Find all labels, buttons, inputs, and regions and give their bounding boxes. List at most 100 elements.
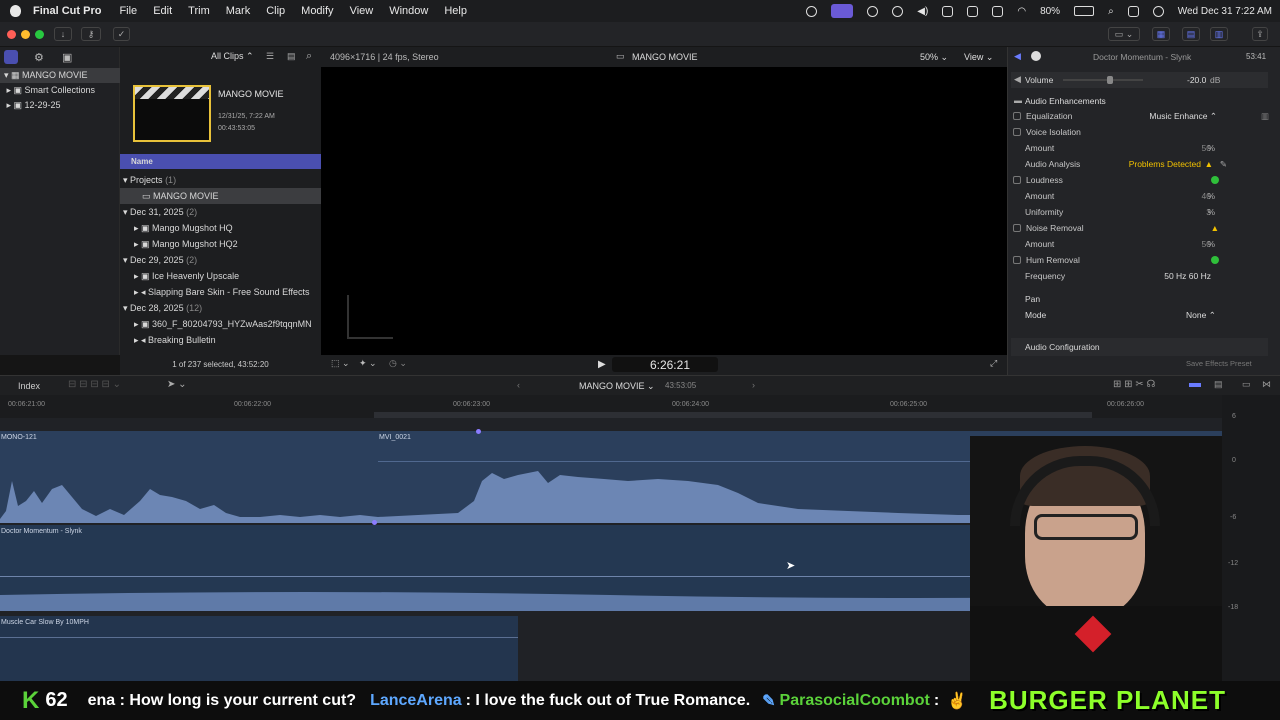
menu-edit[interactable]: Edit (153, 5, 172, 17)
clip-connect-icons[interactable]: ⊟ ⊟ ⊟ ⊟ ⌄ (68, 379, 121, 390)
video-clip[interactable]: MONO-121 (0, 431, 378, 523)
audio-inspector-icon[interactable]: ◀ (1014, 51, 1021, 62)
volume-value[interactable]: -20.0 (1187, 75, 1206, 85)
group-header[interactable]: ▾ Dec 29, 2025 (2) (120, 252, 321, 268)
battery-icon[interactable] (1074, 6, 1095, 16)
library-item[interactable]: ▸ ▣ Smart Collections (0, 83, 120, 98)
list-view-icon[interactable]: ☰ (266, 51, 274, 62)
play-button[interactable]: ▶ (598, 359, 606, 370)
audio-meters-icon[interactable]: ▭ (1242, 379, 1251, 390)
mode-popup[interactable]: None ⌃ (1186, 310, 1216, 321)
fullscreen-icon[interactable]: ⤢ (990, 358, 997, 369)
timeline-index-icon[interactable]: ▤ (1214, 379, 1223, 390)
clip-appearance-icon[interactable]: ▤ (287, 51, 296, 62)
share-button[interactable]: ⇪ (1252, 27, 1268, 41)
clock[interactable]: Wed Dec 31 7:22 AM (1178, 6, 1272, 17)
group-header[interactable]: ▾ Dec 31, 2025 (2) (120, 204, 321, 220)
menu-window[interactable]: Window (389, 5, 428, 17)
minimize-window-button[interactable] (21, 30, 30, 39)
transform-icon[interactable]: ⬚ ⌄ (331, 358, 350, 369)
close-window-button[interactable] (7, 30, 16, 39)
select-tool-icon[interactable]: ➤ ⌄ (167, 379, 187, 390)
clip-appearance-toggle[interactable] (1189, 383, 1201, 387)
search-icon[interactable]: ⌕ (306, 50, 312, 63)
equalization-popup[interactable]: Music Enhance ⌃ (1149, 111, 1217, 122)
voice-isolation-checkbox[interactable] (1013, 128, 1021, 136)
clip-filter-popup[interactable]: All Clips ⌃ (211, 51, 254, 62)
timecode-display[interactable]: 6:26:21 (612, 357, 718, 372)
group-label: Dec 29, 2025 (130, 255, 184, 265)
layout-browser-button[interactable]: ▦ (1152, 27, 1170, 41)
index-button[interactable]: Index (18, 381, 40, 391)
frequency-options[interactable]: 50 Hz 60 Hz (1164, 271, 1211, 281)
titles-generators-icon[interactable]: ▣ (62, 51, 72, 64)
keywords-button[interactable]: ⚷ (81, 27, 101, 41)
skimming-icons[interactable]: ⊞ ⊞ ✂ ☊ (1113, 379, 1155, 390)
list-item[interactable]: ▸ ▣ Mango Mugshot HQ2 (120, 236, 321, 252)
app-menu[interactable]: Final Cut Pro (33, 5, 101, 17)
previous-icon[interactable]: ‹ (517, 380, 520, 390)
info-inspector-icon[interactable] (1031, 51, 1041, 61)
effects-browser-icon[interactable]: ⋈ (1262, 379, 1271, 390)
noise-removal-checkbox[interactable] (1013, 224, 1021, 232)
menu-clip[interactable]: Clip (266, 5, 285, 17)
menu-modify[interactable]: Modify (301, 5, 333, 17)
enhance-icon[interactable]: ✦ ⌄ (359, 358, 377, 369)
clipboard-icon[interactable] (992, 5, 1004, 17)
browser-toggle-button[interactable]: ▭ ⌄ (1108, 27, 1140, 41)
background-tasks-button[interactable]: ✓ (113, 27, 130, 41)
group-header[interactable]: ▾ Projects (1) (120, 172, 321, 188)
loudness-row: Loudness (1013, 172, 1273, 188)
project-thumbnail[interactable] (133, 85, 211, 142)
import-button[interactable]: ↓ (54, 27, 72, 41)
timer-icon[interactable] (867, 5, 879, 17)
menu-help[interactable]: Help (444, 5, 467, 17)
spotlight-icon[interactable]: ⌕ (1108, 6, 1114, 17)
timeline-ruler[interactable]: 00:06:21:00 00:06:22:00 00:06:23:00 00:0… (0, 395, 1222, 411)
eq-graph-icon[interactable]: ▥ (1261, 111, 1269, 122)
group-header[interactable]: ▾ Dec 28, 2025 (12) (120, 300, 321, 316)
volume-icon[interactable]: ◀) (917, 6, 928, 17)
volume-slider[interactable] (1063, 76, 1143, 84)
apple-icon[interactable] (10, 5, 21, 17)
list-item[interactable]: ▭ MANGO MOVIE (120, 188, 321, 204)
fade-handle[interactable] (476, 429, 481, 434)
layout-timeline-button[interactable]: ▤ (1182, 27, 1200, 41)
hum-removal-checkbox[interactable] (1013, 256, 1021, 264)
screen-mirror-icon[interactable] (967, 5, 979, 17)
library-item[interactable]: ▸ ▣ 12-29-25 (0, 98, 120, 113)
equalization-checkbox[interactable] (1013, 112, 1021, 120)
media-browser-icon[interactable] (4, 50, 18, 64)
list-item[interactable]: ▸ ▣ Ice Heavenly Upscale (120, 268, 321, 284)
control-center-icon[interactable] (1127, 5, 1139, 17)
timeline-project-popup[interactable]: MANGO MOVIE ⌄ (579, 381, 655, 392)
wifi-icon[interactable]: ◠ (1017, 6, 1026, 17)
loudness-checkbox[interactable] (1013, 176, 1021, 184)
play-icon[interactable] (892, 5, 904, 17)
auto-fix-icon[interactable]: ✎ (1220, 159, 1227, 170)
menu-file[interactable]: File (119, 5, 137, 17)
layout-inspector-button[interactable]: ▥ (1210, 27, 1228, 41)
menu-trim[interactable]: Trim (188, 5, 210, 17)
volume-slider-thumb[interactable] (1107, 76, 1113, 84)
zoom-popup[interactable]: 50% ⌄ (920, 52, 948, 63)
name-column-header[interactable]: Name (120, 154, 321, 169)
display-icon[interactable] (942, 5, 954, 17)
list-item[interactable]: ▸ ▣ Mango Mugshot HQ (120, 220, 321, 236)
next-icon[interactable]: › (752, 380, 755, 390)
library-item[interactable]: ▾ ▦ MANGO MOVIE (0, 68, 120, 83)
stage-manager-icon[interactable] (831, 4, 854, 18)
view-popup[interactable]: View ⌄ (964, 52, 993, 63)
save-effects-preset-button[interactable]: Save Effects Preset (1186, 359, 1252, 368)
list-item[interactable]: ▸ ▣ 360_F_80204793_HYZwAas2f9tqqnMN (120, 316, 321, 332)
menu-mark[interactable]: Mark (226, 5, 250, 17)
list-item[interactable]: ▸ ◂ Breaking Bulletin (120, 332, 321, 348)
retime-icon[interactable]: ◷ ⌄ (389, 358, 407, 369)
screen-record-icon[interactable] (806, 5, 818, 17)
list-item[interactable]: ▸ ◂ Slapping Bare Skin - Free Sound Effe… (120, 284, 321, 300)
sfx-clip[interactable]: Muscle Car Slow By 10MPH (0, 616, 518, 681)
zoom-window-button[interactable] (35, 30, 44, 39)
photos-audio-icon[interactable]: ⚙ (34, 51, 44, 64)
menu-view[interactable]: View (350, 5, 374, 17)
siri-icon[interactable] (1152, 5, 1164, 17)
